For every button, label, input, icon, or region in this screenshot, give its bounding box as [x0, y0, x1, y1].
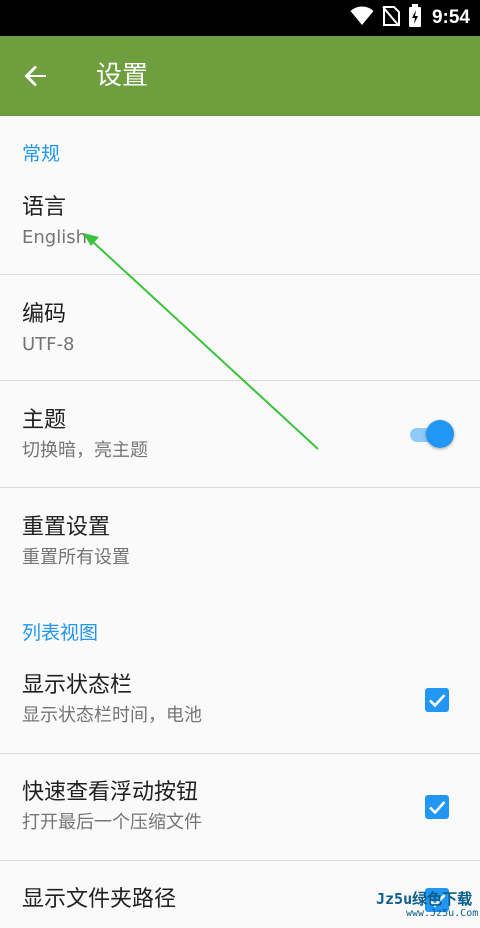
encoding-summary: UTF-8 [22, 334, 75, 355]
language-preference[interactable]: 语言 English [0, 180, 480, 274]
wifi-icon [350, 6, 374, 30]
show-status-bar-preference[interactable]: 显示状态栏 显示状态栏时间，电池 [0, 660, 480, 753]
reset-settings-preference[interactable]: 重置设置 重置所有设置 [0, 488, 480, 594]
encoding-preference[interactable]: 编码 UTF-8 [0, 275, 480, 380]
status-icons: 9:54 [350, 0, 470, 36]
status-bar: 9:54 [0, 0, 480, 36]
show-status-bar-checkbox[interactable] [425, 688, 449, 712]
theme-preference[interactable]: 主题 切换暗，亮主题 [0, 381, 480, 487]
show-folder-path-title: 显示文件夹路径 [22, 887, 177, 912]
app-bar: 设置 [0, 36, 480, 116]
reset-settings-summary: 重置所有设置 [22, 547, 130, 568]
watermark: Jz5u绿色下载 www.Jz5u.Com [376, 886, 479, 926]
section-header-list-view: 列表视图 [22, 622, 99, 644]
no-sim-icon [382, 5, 400, 31]
check-icon [429, 801, 446, 815]
watermark-sub-text: www.Jz5u.Com [406, 908, 479, 919]
quick-view-fab-preference[interactable]: 快速查看浮动按钮 打开最后一个压缩文件 [0, 754, 480, 860]
watermark-main-text: Jz5u绿色下载 [376, 890, 473, 908]
theme-summary: 切换暗，亮主题 [22, 440, 148, 461]
theme-title: 主题 [22, 408, 67, 433]
status-time: 9:54 [431, 7, 470, 28]
battery-charging-icon [408, 4, 422, 32]
quick-view-fab-title: 快速查看浮动按钮 [22, 780, 199, 805]
switch-thumb [426, 420, 454, 448]
language-title: 语言 [22, 195, 67, 220]
encoding-title: 编码 [22, 302, 67, 327]
language-summary: English [22, 227, 87, 248]
section-header-general: 常规 [22, 143, 61, 165]
reset-settings-title: 重置设置 [22, 515, 111, 540]
quick-view-fab-summary: 打开最后一个压缩文件 [22, 812, 202, 833]
show-status-bar-summary: 显示状态栏时间，电池 [22, 705, 202, 726]
theme-toggle-switch[interactable] [408, 419, 456, 449]
show-status-bar-title: 显示状态栏 [22, 673, 133, 698]
check-icon [429, 694, 446, 708]
arrow-back-icon[interactable] [20, 60, 52, 92]
page-title: 设置 [96, 61, 149, 91]
quick-view-fab-checkbox[interactable] [425, 795, 449, 819]
